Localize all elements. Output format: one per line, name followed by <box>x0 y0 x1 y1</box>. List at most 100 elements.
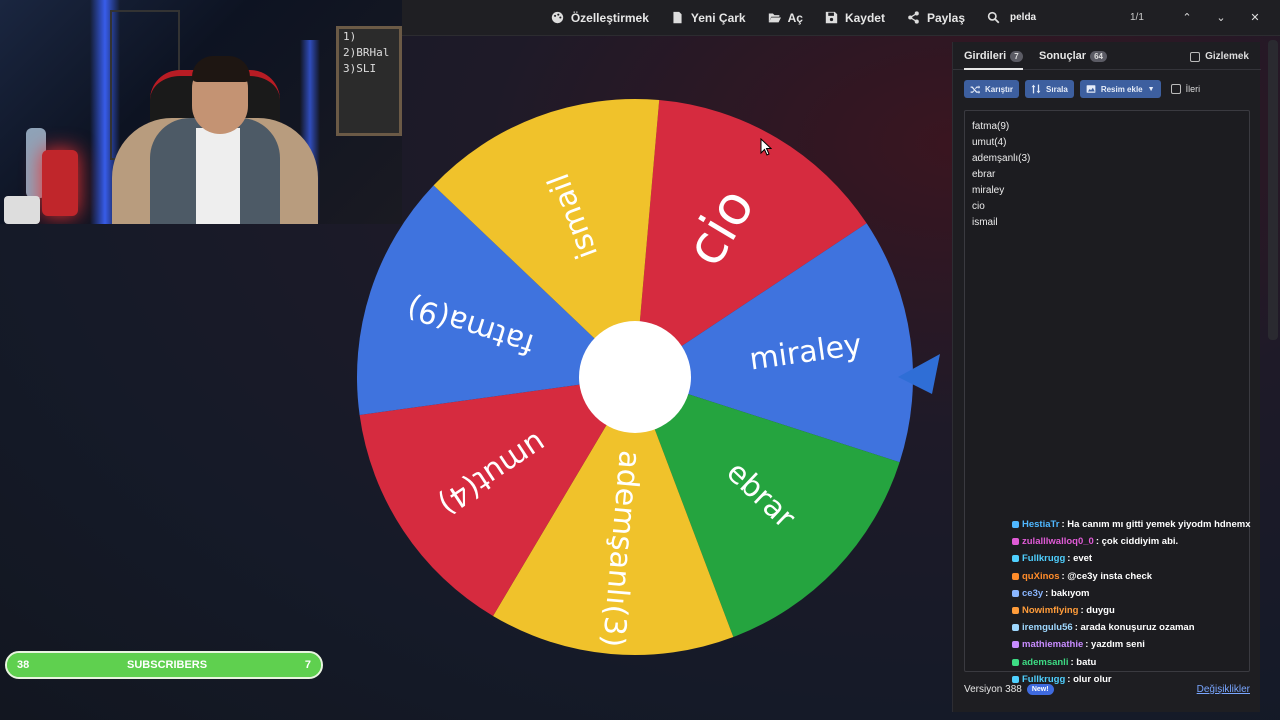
chat-message: mathiemathie: yazdım seni <box>1012 636 1280 653</box>
board-line: 3)SLI <box>343 62 377 75</box>
chat-text: : bakıyom <box>1045 587 1090 599</box>
chat-username: ademsanli <box>1022 656 1069 668</box>
red-lamp <box>42 150 78 216</box>
sort-icon <box>1031 84 1041 94</box>
chevron-down-icon[interactable]: ⌄ <box>1214 11 1228 25</box>
close-icon[interactable]: ✕ <box>1248 11 1262 25</box>
search-bar: 1/1 ⌃ ⌄ ✕ <box>987 11 1262 25</box>
checkbox-icon[interactable] <box>1190 51 1201 62</box>
chat-username: Fullkrugg <box>1022 673 1066 685</box>
subscriber-current: 38 <box>17 659 30 671</box>
chat-text: : duygu <box>1080 605 1115 617</box>
entry-actions: Karıştır Sırala Resim ekle ▼ İleri <box>964 80 1200 98</box>
checkbox-icon[interactable] <box>1170 84 1181 94</box>
subscriber-label: SUBSCRIBERS <box>127 659 208 671</box>
save-icon <box>825 11 838 24</box>
webcam-overlay: 1) 2)BRHal 3)SLI <box>0 0 402 224</box>
chevron-up-icon[interactable]: ⌃ <box>1180 11 1194 25</box>
chat-username: iremgulu56 <box>1022 622 1073 634</box>
open-button[interactable]: Aç <box>768 11 803 25</box>
chat-text: : olur olur <box>1067 673 1112 685</box>
shuffle-button[interactable]: Karıştır <box>964 80 1020 98</box>
chat-text: : arada konuşuruz ozaman <box>1074 622 1195 634</box>
tab-results-label: Sonuçlar <box>1039 50 1087 62</box>
chat-message: ademsanli: batu <box>1012 654 1280 671</box>
chat-badge-icon <box>1012 641 1019 649</box>
chat-badge-icon <box>1012 658 1019 666</box>
entry-line: umut(4) <box>972 137 1007 148</box>
chat-badge-icon <box>1012 572 1019 580</box>
sort-label: Sırala <box>1046 84 1068 94</box>
entry-line: cio <box>972 201 985 212</box>
chat-badge-icon <box>1012 555 1019 563</box>
entry-line: fatma(9) <box>972 121 1010 132</box>
chat-text: : evet <box>1067 553 1093 565</box>
wheel-center-hub[interactable] <box>579 321 691 433</box>
streamer-shirt <box>196 128 240 224</box>
panel-tabs: Girdileri 7 Sonuçlar 64 Gizlemek <box>953 42 1261 70</box>
subscriber-goal-bar: 38 SUBSCRIBERS 7 <box>5 651 323 679</box>
chat-badge-icon <box>1012 589 1019 597</box>
board-line: 1) <box>343 30 357 43</box>
chat-message: ce3y: bakıyom <box>1012 585 1280 602</box>
search-icon[interactable] <box>987 11 1000 24</box>
page-scrollbar[interactable] <box>1268 40 1278 340</box>
save-button[interactable]: Kaydet <box>825 11 885 25</box>
add-image-button[interactable]: Resim ekle ▼ <box>1079 80 1161 98</box>
customize-button[interactable]: Özelleştirmek <box>551 11 649 25</box>
shuffle-label: Karıştır <box>985 84 1014 94</box>
entry-line: ebrar <box>972 169 996 180</box>
chat-badge-icon <box>1012 521 1019 529</box>
chat-message: Fullkrugg: evet <box>1012 550 1280 567</box>
sort-button[interactable]: Sırala <box>1025 80 1074 98</box>
new-wheel-button[interactable]: Yeni Çark <box>671 11 746 25</box>
chat-message: Fullkrugg: olur olur <box>1012 671 1280 688</box>
open-label: Aç <box>787 10 803 25</box>
stream-chat: HestiaTr: Ha canım mı gitti yemek yiyodm… <box>1012 516 1280 688</box>
tab-entries-count: 7 <box>1010 50 1023 62</box>
streamer-hair <box>192 56 250 82</box>
search-result-count: 1/1 <box>1130 12 1144 23</box>
hide-label: Gizlemek <box>1205 51 1249 62</box>
chat-username: Fullkrugg <box>1022 553 1066 565</box>
customize-label: Özelleştirmek <box>570 10 649 25</box>
mug <box>4 196 40 224</box>
board-line: 2)BRHal <box>343 46 390 59</box>
file-icon <box>673 11 682 24</box>
chat-message: iremgulu56: arada konuşuruz ozaman <box>1012 619 1280 636</box>
search-input[interactable] <box>1010 12 1110 23</box>
chat-username: ce3y <box>1022 587 1044 599</box>
subscriber-goal: 7 <box>304 659 311 671</box>
entry-line: ismail <box>972 217 998 228</box>
chat-username: Nowimflying <box>1022 605 1079 617</box>
caret-down-icon: ▼ <box>1147 85 1155 93</box>
chat-username: HestiaTr <box>1022 519 1060 531</box>
share-label: Paylaş <box>926 10 965 25</box>
palette-icon <box>551 11 564 24</box>
mouse-cursor-icon <box>760 138 772 156</box>
chat-text: : batu <box>1070 656 1097 668</box>
chat-username: mathiemathie <box>1022 639 1084 651</box>
shuffle-icon <box>970 85 980 94</box>
chat-text: : yazdım seni <box>1085 639 1145 651</box>
chat-badge-icon <box>1012 675 1019 683</box>
tab-results-count: 64 <box>1090 50 1107 62</box>
chat-message: quXinos: @ce3y insta check <box>1012 568 1280 585</box>
spin-wheel[interactable]: cio miraley ebrar ademşanlı(3) umut(4) fatma(… <box>350 92 940 662</box>
tab-results[interactable]: Sonuçlar 64 <box>1039 50 1107 62</box>
advanced-checkbox[interactable]: İleri <box>1170 84 1201 94</box>
chat-badge-icon <box>1012 624 1019 632</box>
tab-entries-label: Girdileri <box>964 50 1007 62</box>
share-button[interactable]: Paylaş <box>907 11 965 25</box>
chat-message: Nowimflying: duygu <box>1012 602 1280 619</box>
folder-open-icon <box>768 13 781 23</box>
chat-text: : @ce3y insta check <box>1061 570 1153 582</box>
tab-entries[interactable]: Girdileri 7 <box>964 50 1023 70</box>
chat-text: : Ha canım mı gitti yemek yiyodm hdnemx <box>1061 519 1251 531</box>
advanced-label: İleri <box>1185 84 1201 94</box>
save-label: Kaydet <box>844 10 885 25</box>
wheel-graphic[interactable]: ciomiraleyebrarademşanlı(3)umut(4)fatma(… <box>350 92 940 662</box>
chat-username: zulalllwalloq0_0 <box>1022 536 1094 548</box>
hide-checkbox[interactable]: Gizlemek <box>1190 51 1249 62</box>
chat-message: HestiaTr: Ha canım mı gitti yemek yiyodm… <box>1012 516 1280 533</box>
